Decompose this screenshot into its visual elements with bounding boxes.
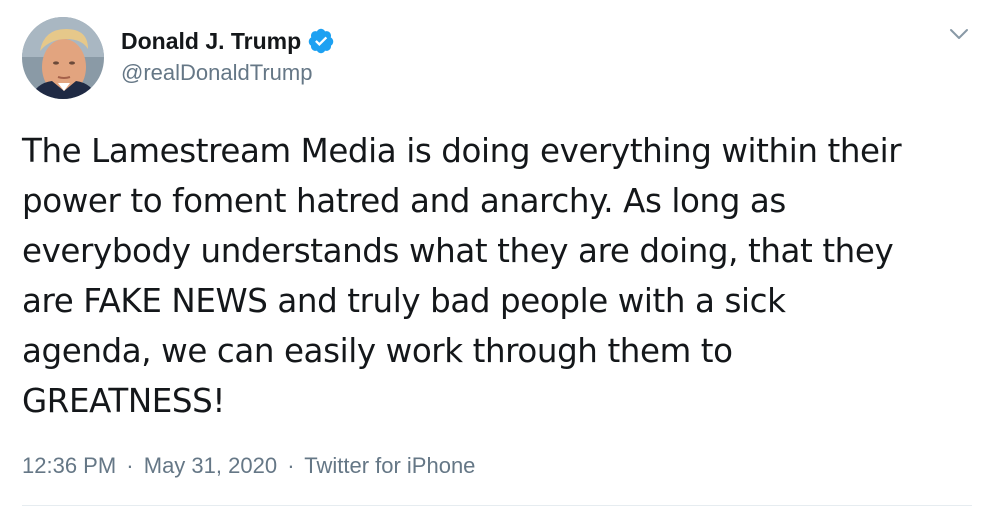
- tweet-date[interactable]: May 31, 2020: [144, 453, 277, 478]
- profile-photo-icon: [22, 17, 104, 99]
- display-name[interactable]: Donald J. Trump: [121, 28, 301, 55]
- tweet-source[interactable]: Twitter for iPhone: [304, 453, 475, 478]
- chevron-down-icon[interactable]: [948, 26, 970, 42]
- meta-separator: ·: [126, 453, 134, 478]
- verified-badge-icon: [307, 27, 335, 55]
- name-row: Donald J. Trump: [121, 26, 335, 56]
- tweet-meta: 12:36 PM · May 31, 2020 · Twitter for iP…: [22, 453, 475, 479]
- tweet-text: The Lamestream Media is doing everything…: [22, 132, 902, 420]
- avatar[interactable]: [22, 17, 104, 99]
- divider: [22, 505, 972, 506]
- tweet-time[interactable]: 12:36 PM: [22, 453, 116, 478]
- meta-separator: ·: [287, 453, 295, 478]
- author-block: Donald J. Trump @realDonaldTrump: [121, 26, 335, 86]
- user-handle[interactable]: @realDonaldTrump: [121, 60, 335, 86]
- tweet-card: Donald J. Trump @realDonaldTrump The Lam…: [0, 0, 994, 514]
